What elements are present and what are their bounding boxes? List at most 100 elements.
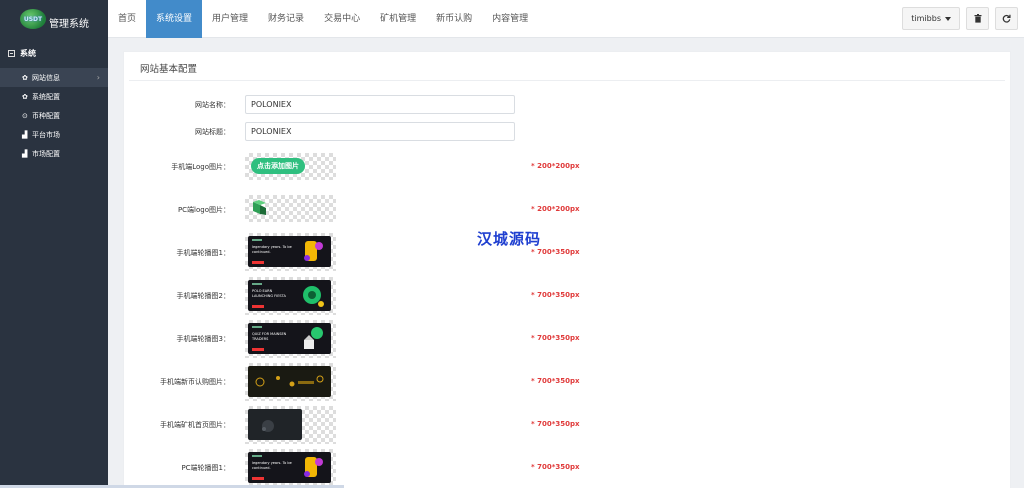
banner-brand-mark xyxy=(252,283,262,285)
site-title-input[interactable]: POLONIEX xyxy=(245,122,515,141)
nav-content-management[interactable]: 内容管理 xyxy=(482,0,538,38)
nav-miner-management[interactable]: 矿机管理 xyxy=(370,0,426,38)
nav-trade-center[interactable]: 交易中心 xyxy=(314,0,370,38)
sidebar-item-site-info[interactable]: ✿ 网站信息 › xyxy=(0,68,108,87)
banner-art-icon xyxy=(304,241,323,261)
bar-chart-icon: ▟ xyxy=(22,130,28,139)
mobile-miner-home-label: 手机端矿机首页图片： xyxy=(160,421,230,429)
brand-logo: USDT 管理系统 xyxy=(0,0,108,38)
caret-down-icon xyxy=(945,16,951,21)
logo-image xyxy=(253,200,266,215)
banner-image: QUIZ FOR MAINSEN TRADERS xyxy=(248,323,331,354)
nav-new-coin-subscription[interactable]: 新币认购 xyxy=(426,0,482,38)
bar-chart-icon: ▟ xyxy=(22,149,28,158)
sidebar-item-system-config[interactable]: ✿ 系统配置 xyxy=(0,87,108,106)
banner-cta xyxy=(252,305,264,308)
top-navbar: 首页 系统设置 用户管理 财务记录 交易中心 矿机管理 新币认购 内容管理 ti… xyxy=(108,0,1024,38)
mobile-new-coin-upload[interactable] xyxy=(245,363,336,401)
nav-home[interactable]: 首页 xyxy=(108,0,146,38)
size-hint: * 700*350px xyxy=(531,334,580,342)
banner-brand-mark xyxy=(252,326,262,328)
size-hint: * 700*350px xyxy=(531,420,580,428)
mobile-banner-3-label: 手机端轮播图3： xyxy=(176,335,230,343)
miner-art-icon xyxy=(262,420,274,432)
mobile-banner-2-label: 手机端轮播图2： xyxy=(176,292,230,300)
mobile-banner-2-upload[interactable]: POLO EARN LAUNCHING FIESTA xyxy=(245,277,336,315)
site-name-input[interactable]: POLONIEX xyxy=(245,95,515,114)
site-title-label: 网站标题： xyxy=(195,128,230,136)
banner-image: legendary years. To be continued. xyxy=(248,236,331,267)
refresh-icon xyxy=(1002,14,1011,23)
size-hint: * 200*200px xyxy=(531,162,580,170)
banner-text: legendary years. To be continued. xyxy=(252,245,292,254)
pc-banner-1-label: PC端轮播图1： xyxy=(181,464,230,472)
banner-image: POLO EARN LAUNCHING FIESTA xyxy=(248,280,331,311)
pc-logo-upload[interactable] xyxy=(245,195,336,222)
sidebar: 系统 ✿ 网站信息 › ✿ 系统配置 ⊙ 币种配置 ▟ 平台市场 ▟ 市场配置 xyxy=(0,38,108,488)
gear-icon: ✿ xyxy=(22,73,28,82)
mobile-banner-1-label: 手机端轮播图1： xyxy=(176,249,230,257)
banner-cta xyxy=(252,477,264,480)
gear-icon: ✿ xyxy=(22,92,28,101)
site-name-label: 网站名称： xyxy=(195,101,230,109)
sidebar-item-label: 系统配置 xyxy=(32,92,60,101)
refresh-button[interactable] xyxy=(995,7,1018,30)
sidebar-section-system[interactable]: 系统 xyxy=(0,38,108,68)
nav-user-management[interactable]: 用户管理 xyxy=(202,0,258,38)
banner-text: QUIZ FOR MAINSEN TRADERS xyxy=(252,332,287,341)
mobile-banner-1-upload[interactable]: legendary years. To be continued. xyxy=(245,233,336,271)
globe-logo-icon: USDT xyxy=(20,9,46,29)
pc-logo-label: PC端logo图片： xyxy=(177,206,230,214)
top-actions: timibbs xyxy=(902,7,1018,30)
mobile-miner-home-upload[interactable] xyxy=(245,406,336,444)
coin-pattern-icon xyxy=(255,375,324,387)
banner-cta xyxy=(252,261,264,264)
site-config-panel: 网站基本配置 网站名称： POLONIEX 网站标题： POLONIEX 手机端… xyxy=(123,51,1011,488)
sidebar-section-label: 系统 xyxy=(20,48,36,58)
add-image-button[interactable]: 点击添加图片 xyxy=(251,158,305,174)
banner-text: legendary years. To be continued. xyxy=(252,461,292,470)
watermark-text: 汉城源码 xyxy=(477,230,542,248)
banner-cta xyxy=(252,348,264,351)
main-nav: 首页 系统设置 用户管理 财务记录 交易中心 矿机管理 新币认购 内容管理 xyxy=(108,0,538,38)
mobile-banner-3-upload[interactable]: QUIZ FOR MAINSEN TRADERS xyxy=(245,320,336,358)
nav-finance-records[interactable]: 财务记录 xyxy=(258,0,314,38)
pc-banner-1-upload[interactable]: legendary years. To be continued. xyxy=(245,449,336,487)
logo-text: USDT xyxy=(23,15,43,23)
collapse-icon xyxy=(8,49,15,57)
banner-art-icon xyxy=(304,457,323,477)
banner-text: POLO EARN LAUNCHING FIESTA xyxy=(252,289,286,298)
sidebar-item-label: 币种配置 xyxy=(32,111,60,120)
mobile-new-coin-label: 手机端新币认购图片： xyxy=(160,378,230,386)
username: timibbs xyxy=(911,14,941,23)
size-hint: * 700*350px xyxy=(531,291,580,299)
size-hint: * 700*350px xyxy=(531,463,580,471)
banner-art-icon xyxy=(304,327,323,349)
size-hint: * 700*350px xyxy=(531,248,580,256)
user-menu-button[interactable]: timibbs xyxy=(902,7,960,30)
size-hint: * 700*350px xyxy=(531,377,580,385)
app-title: 管理系统 xyxy=(49,18,89,30)
sidebar-item-label: 平台市场 xyxy=(32,130,60,139)
chevron-right-icon: › xyxy=(96,73,100,82)
banner-image xyxy=(248,409,302,440)
banner-brand-mark xyxy=(252,455,262,457)
banner-art-icon xyxy=(303,286,324,307)
sidebar-item-platform-market[interactable]: ▟ 平台市场 xyxy=(0,125,108,144)
nav-system-settings[interactable]: 系统设置 xyxy=(146,0,203,38)
panel-title: 网站基本配置 xyxy=(140,64,198,75)
sidebar-item-market-config[interactable]: ▟ 市场配置 xyxy=(0,144,108,163)
sidebar-item-label: 市场配置 xyxy=(32,149,60,158)
circle-icon: ⊙ xyxy=(22,111,28,120)
clear-cache-button[interactable] xyxy=(966,7,989,30)
mobile-logo-label: 手机端Logo图片： xyxy=(171,163,230,171)
sidebar-item-label: 网站信息 xyxy=(32,73,60,82)
divider xyxy=(129,80,1005,81)
banner-image xyxy=(248,366,331,397)
size-hint: * 200*200px xyxy=(531,205,580,213)
mobile-logo-upload[interactable]: 点击添加图片 xyxy=(245,153,336,180)
banner-brand-mark xyxy=(252,239,262,241)
trash-icon xyxy=(974,14,981,23)
sidebar-item-coin-config[interactable]: ⊙ 币种配置 xyxy=(0,106,108,125)
banner-image: legendary years. To be continued. xyxy=(248,452,331,483)
